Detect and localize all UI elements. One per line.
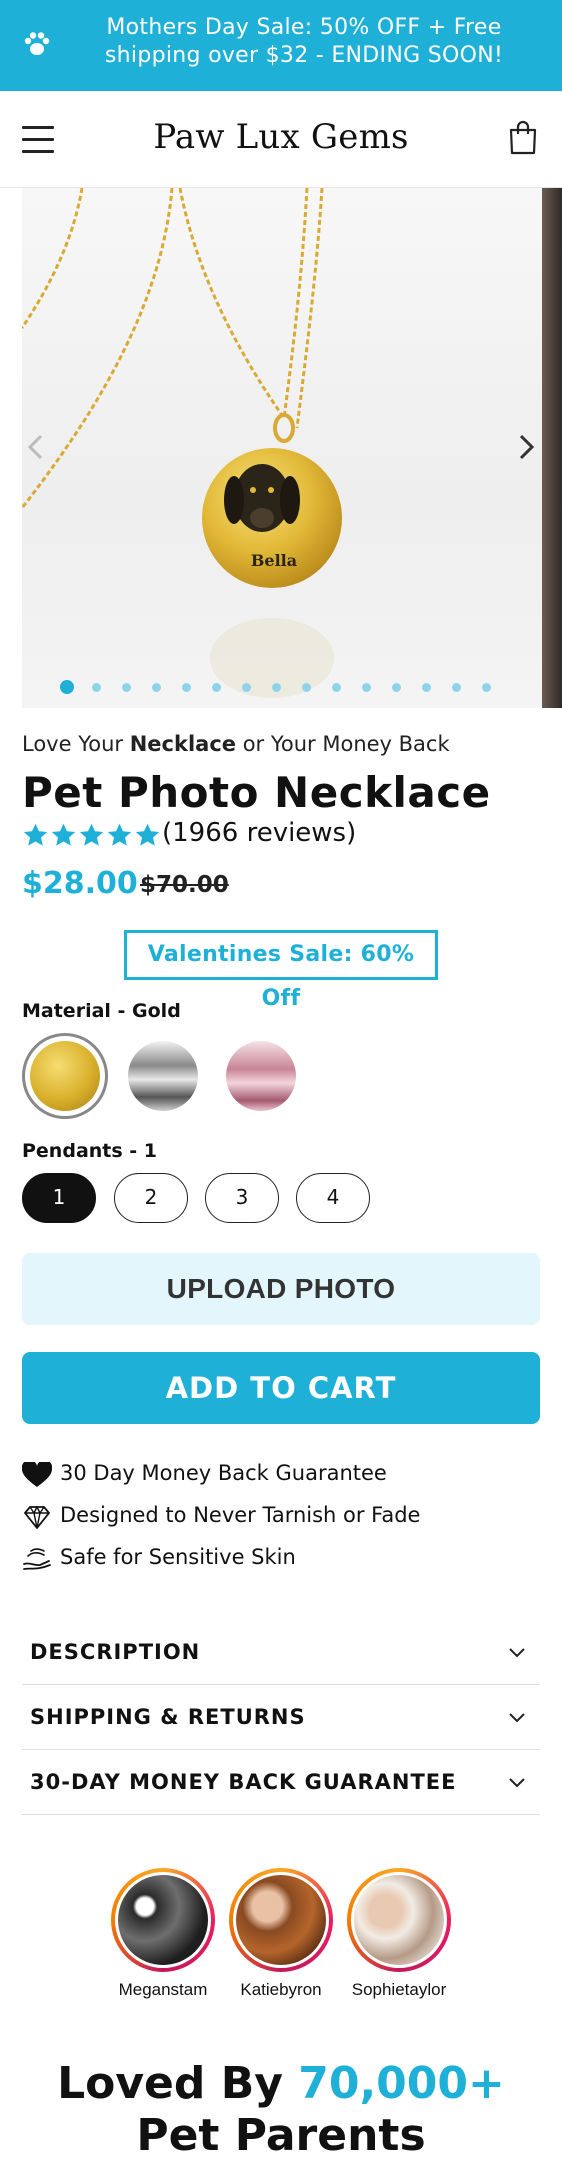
star-icon	[107, 823, 132, 846]
slide-dot[interactable]	[302, 683, 311, 692]
loved-by-heading: Loved By 70,000+ Pet Parents	[57, 2058, 505, 2161]
influencer-katiebyron[interactable]: Katiebyron	[227, 1868, 335, 2000]
slide-dot[interactable]	[212, 683, 221, 692]
slide-dot[interactable]	[152, 683, 161, 692]
hand-care-icon	[23, 1548, 51, 1570]
add-to-cart-button[interactable]: ADD TO CART	[22, 1352, 540, 1424]
slide-dot[interactable]	[182, 683, 191, 692]
star-icon	[23, 823, 48, 846]
review-count[interactable]: (1966 reviews)	[162, 818, 356, 848]
product-title: Pet Photo Necklace	[22, 768, 491, 817]
paw-icon	[24, 32, 50, 55]
heart-icon	[22, 1462, 52, 1487]
chevron-down-icon	[509, 1648, 525, 1658]
slide-dot[interactable]	[362, 683, 371, 692]
chevron-left-icon[interactable]	[24, 432, 48, 462]
slide-dot[interactable]	[452, 683, 461, 692]
accordion-money-back[interactable]: 30-DAY MONEY BACK GUARANTEE	[22, 1750, 540, 1815]
pendants-label: Pendants - 1	[22, 1140, 158, 1162]
chevron-down-icon	[509, 1713, 525, 1723]
influencer-meganstam[interactable]: Meganstam	[109, 1868, 217, 2000]
slide-dot[interactable]	[242, 683, 251, 692]
accordion-shipping-returns[interactable]: SHIPPING & RETURNS	[22, 1685, 540, 1750]
influencer-name: Katiebyron	[240, 1980, 322, 1999]
influencer-name: Sophietaylor	[351, 1980, 447, 1999]
slide-dot[interactable]	[332, 683, 341, 692]
accordion-title: DESCRIPTION	[30, 1640, 201, 1664]
chevron-down-icon	[509, 1778, 525, 1788]
announcement-text: Mothers Day Sale: 50% OFF + Free shippin…	[104, 15, 504, 68]
slide-dot[interactable]	[60, 680, 74, 694]
star-icon	[51, 823, 76, 846]
accordion-title: SHIPPING & RETURNS	[30, 1705, 306, 1729]
accordion-title: 30-DAY MONEY BACK GUARANTEE	[30, 1770, 457, 1794]
announcement-bar: Mothers Day Sale: 50% OFF + Free shippin…	[0, 0, 562, 91]
influencer-avatar	[236, 1875, 326, 1965]
slide-dots	[60, 680, 500, 696]
sale-badge: Valentines Sale: 60% Off	[124, 930, 438, 1011]
swatch-silver[interactable]	[128, 1041, 198, 1111]
brand-logo[interactable]: Paw Lux Gems	[0, 117, 562, 157]
chevron-right-icon[interactable]	[514, 432, 538, 462]
guarantee-tagline: Love Your Necklace or Your Money Back	[22, 732, 450, 756]
slide-dot[interactable]	[272, 683, 281, 692]
slide-dot[interactable]	[392, 683, 401, 692]
site-header: Paw Lux Gems	[0, 91, 562, 188]
influencer-sophietaylor[interactable]: Sophietaylor	[345, 1868, 453, 2000]
slide-dot[interactable]	[422, 683, 431, 692]
slide-dot[interactable]	[122, 683, 131, 692]
star-icon	[79, 823, 104, 846]
pendant-option-4[interactable]: 4	[296, 1173, 370, 1223]
accordion-description[interactable]: DESCRIPTION	[22, 1620, 540, 1685]
next-slide-peek[interactable]	[542, 188, 562, 708]
sale-price: $28.00	[22, 866, 138, 901]
rating-stars[interactable]	[22, 822, 162, 850]
compare-price: $70.00	[140, 872, 229, 898]
influencer-avatar	[354, 1875, 444, 1965]
pendant-engraving: Bella	[251, 551, 297, 570]
pendant-option-1[interactable]: 1	[22, 1173, 96, 1223]
benefit-text: Designed to Never Tarnish or Fade	[60, 1503, 421, 1527]
pendant-option-2[interactable]: 2	[114, 1173, 188, 1223]
diamond-icon	[24, 1505, 50, 1529]
benefit-text: Safe for Sensitive Skin	[60, 1545, 296, 1569]
necklace-illustration: Bella	[22, 188, 342, 698]
slide-dot[interactable]	[482, 683, 491, 692]
slide-dot[interactable]	[92, 683, 101, 692]
benefit-text: 30 Day Money Back Guarantee	[60, 1461, 387, 1485]
shopping-bag-icon[interactable]	[508, 119, 538, 155]
swatch-rose-gold[interactable]	[226, 1041, 296, 1111]
star-icon	[135, 823, 160, 846]
product-image[interactable]: Bella	[22, 188, 542, 708]
upload-photo-button[interactable]: UPLOAD PHOTO	[22, 1253, 540, 1325]
influencer-avatar	[118, 1875, 208, 1965]
swatch-gold[interactable]	[30, 1041, 100, 1111]
material-label: Material - Gold	[22, 1000, 181, 1022]
influencer-name: Meganstam	[118, 1980, 208, 1999]
pendant-option-3[interactable]: 3	[205, 1173, 279, 1223]
